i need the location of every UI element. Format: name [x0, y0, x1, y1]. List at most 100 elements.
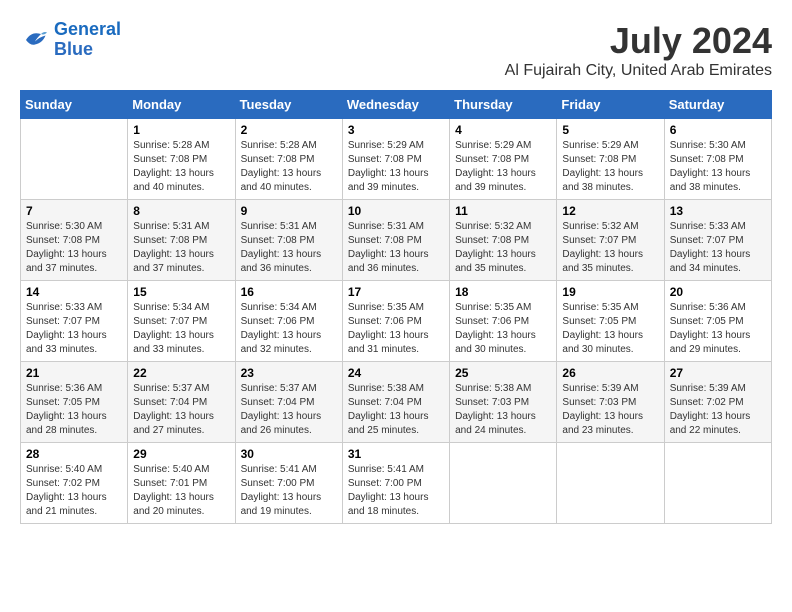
- logo-line1: General: [54, 19, 121, 39]
- day-number: 31: [348, 447, 444, 461]
- day-number: 27: [670, 366, 766, 380]
- day-number: 18: [455, 285, 551, 299]
- day-cell: 23 Sunrise: 5:37 AMSunset: 7:04 PMDaylig…: [235, 362, 342, 443]
- day-cell: 21 Sunrise: 5:36 AMSunset: 7:05 PMDaylig…: [21, 362, 128, 443]
- day-number: 10: [348, 204, 444, 218]
- day-number: 16: [241, 285, 337, 299]
- day-number: 13: [670, 204, 766, 218]
- month-title: July 2024: [505, 20, 772, 62]
- day-cell: 16 Sunrise: 5:34 AMSunset: 7:06 PMDaylig…: [235, 281, 342, 362]
- day-header-wednesday: Wednesday: [342, 91, 449, 119]
- day-cell: 7 Sunrise: 5:30 AMSunset: 7:08 PMDayligh…: [21, 200, 128, 281]
- day-detail: Sunrise: 5:34 AMSunset: 7:07 PMDaylight:…: [133, 301, 229, 357]
- day-detail: Sunrise: 5:33 AMSunset: 7:07 PMDaylight:…: [26, 301, 122, 357]
- day-number: 25: [455, 366, 551, 380]
- day-cell: [450, 443, 557, 524]
- day-cell: 30 Sunrise: 5:41 AMSunset: 7:00 PMDaylig…: [235, 443, 342, 524]
- day-cell: 12 Sunrise: 5:32 AMSunset: 7:07 PMDaylig…: [557, 200, 664, 281]
- week-row-1: 1 Sunrise: 5:28 AMSunset: 7:08 PMDayligh…: [21, 119, 772, 200]
- day-cell: 13 Sunrise: 5:33 AMSunset: 7:07 PMDaylig…: [664, 200, 771, 281]
- title-block: July 2024 Al Fujairah City, United Arab …: [505, 20, 772, 80]
- day-header-tuesday: Tuesday: [235, 91, 342, 119]
- logo-icon: [20, 25, 50, 55]
- day-detail: Sunrise: 5:39 AMSunset: 7:03 PMDaylight:…: [562, 382, 658, 438]
- day-detail: Sunrise: 5:32 AMSunset: 7:07 PMDaylight:…: [562, 220, 658, 276]
- day-number: 17: [348, 285, 444, 299]
- day-cell: 27 Sunrise: 5:39 AMSunset: 7:02 PMDaylig…: [664, 362, 771, 443]
- day-detail: Sunrise: 5:41 AMSunset: 7:00 PMDaylight:…: [241, 463, 337, 519]
- day-number: 7: [26, 204, 122, 218]
- week-row-4: 21 Sunrise: 5:36 AMSunset: 7:05 PMDaylig…: [21, 362, 772, 443]
- day-number: 1: [133, 123, 229, 137]
- day-cell: 28 Sunrise: 5:40 AMSunset: 7:02 PMDaylig…: [21, 443, 128, 524]
- day-detail: Sunrise: 5:36 AMSunset: 7:05 PMDaylight:…: [26, 382, 122, 438]
- day-cell: 22 Sunrise: 5:37 AMSunset: 7:04 PMDaylig…: [128, 362, 235, 443]
- day-cell: 5 Sunrise: 5:29 AMSunset: 7:08 PMDayligh…: [557, 119, 664, 200]
- logo: General Blue: [20, 20, 121, 60]
- day-number: 29: [133, 447, 229, 461]
- day-detail: Sunrise: 5:28 AMSunset: 7:08 PMDaylight:…: [133, 139, 229, 195]
- day-header-saturday: Saturday: [664, 91, 771, 119]
- day-number: 26: [562, 366, 658, 380]
- day-detail: Sunrise: 5:38 AMSunset: 7:04 PMDaylight:…: [348, 382, 444, 438]
- day-detail: Sunrise: 5:29 AMSunset: 7:08 PMDaylight:…: [562, 139, 658, 195]
- day-header-thursday: Thursday: [450, 91, 557, 119]
- day-detail: Sunrise: 5:29 AMSunset: 7:08 PMDaylight:…: [455, 139, 551, 195]
- day-number: 5: [562, 123, 658, 137]
- day-detail: Sunrise: 5:34 AMSunset: 7:06 PMDaylight:…: [241, 301, 337, 357]
- day-header-monday: Monday: [128, 91, 235, 119]
- day-number: 28: [26, 447, 122, 461]
- day-cell: 17 Sunrise: 5:35 AMSunset: 7:06 PMDaylig…: [342, 281, 449, 362]
- day-cell: 24 Sunrise: 5:38 AMSunset: 7:04 PMDaylig…: [342, 362, 449, 443]
- day-number: 20: [670, 285, 766, 299]
- day-detail: Sunrise: 5:36 AMSunset: 7:05 PMDaylight:…: [670, 301, 766, 357]
- day-cell: 26 Sunrise: 5:39 AMSunset: 7:03 PMDaylig…: [557, 362, 664, 443]
- day-header-sunday: Sunday: [21, 91, 128, 119]
- day-detail: Sunrise: 5:35 AMSunset: 7:06 PMDaylight:…: [455, 301, 551, 357]
- day-cell: 31 Sunrise: 5:41 AMSunset: 7:00 PMDaylig…: [342, 443, 449, 524]
- day-number: 4: [455, 123, 551, 137]
- day-number: 30: [241, 447, 337, 461]
- day-detail: Sunrise: 5:33 AMSunset: 7:07 PMDaylight:…: [670, 220, 766, 276]
- day-cell: 15 Sunrise: 5:34 AMSunset: 7:07 PMDaylig…: [128, 281, 235, 362]
- day-detail: Sunrise: 5:29 AMSunset: 7:08 PMDaylight:…: [348, 139, 444, 195]
- day-cell: 14 Sunrise: 5:33 AMSunset: 7:07 PMDaylig…: [21, 281, 128, 362]
- logo-text: General Blue: [54, 20, 121, 60]
- day-detail: Sunrise: 5:37 AMSunset: 7:04 PMDaylight:…: [241, 382, 337, 438]
- day-cell: 11 Sunrise: 5:32 AMSunset: 7:08 PMDaylig…: [450, 200, 557, 281]
- day-detail: Sunrise: 5:31 AMSunset: 7:08 PMDaylight:…: [348, 220, 444, 276]
- day-cell: [557, 443, 664, 524]
- location-title: Al Fujairah City, United Arab Emirates: [505, 62, 772, 80]
- day-cell: 6 Sunrise: 5:30 AMSunset: 7:08 PMDayligh…: [664, 119, 771, 200]
- day-cell: 10 Sunrise: 5:31 AMSunset: 7:08 PMDaylig…: [342, 200, 449, 281]
- day-detail: Sunrise: 5:30 AMSunset: 7:08 PMDaylight:…: [670, 139, 766, 195]
- day-cell: 3 Sunrise: 5:29 AMSunset: 7:08 PMDayligh…: [342, 119, 449, 200]
- day-detail: Sunrise: 5:28 AMSunset: 7:08 PMDaylight:…: [241, 139, 337, 195]
- day-header-friday: Friday: [557, 91, 664, 119]
- header-row: SundayMondayTuesdayWednesdayThursdayFrid…: [21, 91, 772, 119]
- day-detail: Sunrise: 5:31 AMSunset: 7:08 PMDaylight:…: [133, 220, 229, 276]
- day-cell: 4 Sunrise: 5:29 AMSunset: 7:08 PMDayligh…: [450, 119, 557, 200]
- day-detail: Sunrise: 5:37 AMSunset: 7:04 PMDaylight:…: [133, 382, 229, 438]
- day-cell: 9 Sunrise: 5:31 AMSunset: 7:08 PMDayligh…: [235, 200, 342, 281]
- day-cell: 19 Sunrise: 5:35 AMSunset: 7:05 PMDaylig…: [557, 281, 664, 362]
- day-cell: 20 Sunrise: 5:36 AMSunset: 7:05 PMDaylig…: [664, 281, 771, 362]
- day-detail: Sunrise: 5:40 AMSunset: 7:01 PMDaylight:…: [133, 463, 229, 519]
- day-number: 21: [26, 366, 122, 380]
- day-number: 12: [562, 204, 658, 218]
- day-detail: Sunrise: 5:38 AMSunset: 7:03 PMDaylight:…: [455, 382, 551, 438]
- day-detail: Sunrise: 5:41 AMSunset: 7:00 PMDaylight:…: [348, 463, 444, 519]
- logo-line2: Blue: [54, 39, 93, 59]
- day-detail: Sunrise: 5:40 AMSunset: 7:02 PMDaylight:…: [26, 463, 122, 519]
- week-row-3: 14 Sunrise: 5:33 AMSunset: 7:07 PMDaylig…: [21, 281, 772, 362]
- day-number: 9: [241, 204, 337, 218]
- day-number: 23: [241, 366, 337, 380]
- day-detail: Sunrise: 5:32 AMSunset: 7:08 PMDaylight:…: [455, 220, 551, 276]
- day-number: 2: [241, 123, 337, 137]
- day-number: 22: [133, 366, 229, 380]
- day-number: 6: [670, 123, 766, 137]
- day-cell: 25 Sunrise: 5:38 AMSunset: 7:03 PMDaylig…: [450, 362, 557, 443]
- day-detail: Sunrise: 5:35 AMSunset: 7:05 PMDaylight:…: [562, 301, 658, 357]
- day-cell: 2 Sunrise: 5:28 AMSunset: 7:08 PMDayligh…: [235, 119, 342, 200]
- day-number: 15: [133, 285, 229, 299]
